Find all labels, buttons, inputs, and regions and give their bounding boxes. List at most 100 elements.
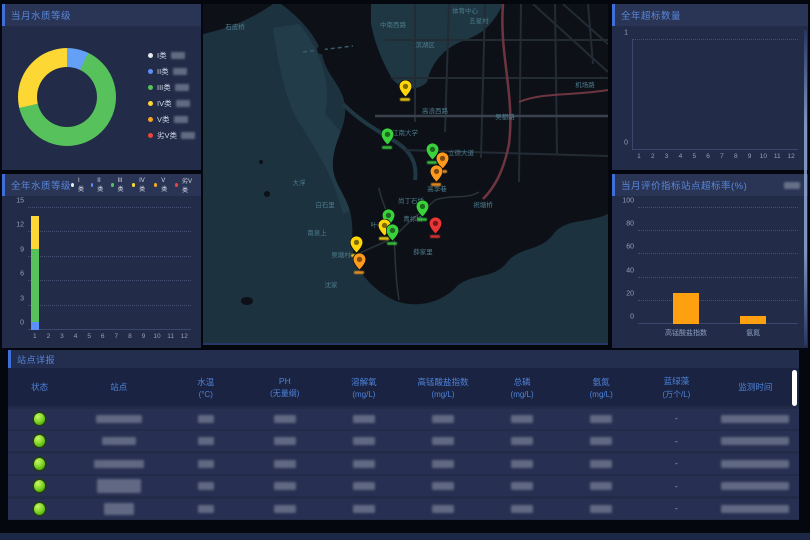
legend-label: IV类	[139, 178, 148, 193]
x-tick-label: 7	[114, 333, 118, 340]
x-tick-label: 3	[60, 333, 64, 340]
station-pin-icon[interactable]	[386, 224, 399, 241]
station-pin-icon[interactable]	[416, 200, 429, 217]
legend-item[interactable]: I类	[148, 50, 195, 61]
y-tick-label: 100	[622, 198, 634, 205]
cell-3	[245, 482, 324, 490]
legend-item[interactable]: V类	[154, 178, 169, 193]
page-scrollbar[interactable]	[804, 30, 807, 346]
redacted-cell-value	[590, 460, 612, 468]
cell-5	[403, 460, 482, 468]
cell-1	[71, 415, 166, 423]
legend-item[interactable]: 劣V类	[175, 176, 195, 194]
legend-label: I类	[157, 50, 167, 61]
cell-8: -	[641, 482, 712, 491]
gridline	[638, 253, 798, 254]
rate-bar[interactable]	[673, 293, 699, 324]
x-tick-label: 12	[787, 153, 794, 160]
month-rate-chart[interactable]: 020406080100高锰酸盐指数氨氮	[638, 208, 798, 324]
legend-item[interactable]: III类	[111, 178, 127, 193]
redacted-cell-value	[274, 482, 296, 490]
legend-item[interactable]: II类	[148, 66, 195, 77]
table-row[interactable]: -	[8, 499, 799, 519]
cell-7	[562, 437, 641, 445]
redacted-cell-value	[353, 437, 375, 445]
table-row[interactable]: -	[8, 476, 799, 496]
y-tick-label: 3	[20, 295, 24, 302]
map-place-label: 石皮桥	[225, 21, 245, 31]
y-tick-label: 6	[20, 271, 24, 278]
redacted-cell-value	[198, 437, 214, 445]
city-map[interactable]: 石皮桥中南西路滨湖区五星村体育中心机场路吴都路高浪西路江南大学立德大道高李巷尚丁…	[203, 4, 608, 345]
legend-item[interactable]: IV类	[148, 98, 195, 109]
gridline	[638, 300, 798, 301]
station-pin-icon[interactable]	[429, 217, 442, 234]
cell-2	[166, 415, 245, 423]
x-tick-label: 5	[692, 153, 696, 160]
legend-label: II类	[157, 66, 169, 77]
y-tick-label: 1	[624, 30, 628, 37]
y-tick-label: 12	[16, 222, 24, 229]
map-place-label: 江南大学	[392, 127, 418, 137]
station-pin-icon[interactable]	[399, 80, 412, 97]
redacted-cell-value	[511, 482, 533, 490]
redacted-cell-value	[94, 460, 144, 468]
cell-3	[245, 415, 324, 423]
column-header-3: PH(无量纲)	[245, 376, 324, 399]
rate-bar[interactable]	[740, 316, 766, 324]
y-tick-label: 0	[20, 320, 24, 327]
legend-dot	[91, 183, 94, 187]
donut-chart-month-quality[interactable]	[18, 48, 116, 146]
legend-label: III类	[157, 82, 171, 93]
column-header-0: 状态	[8, 381, 71, 393]
legend-dot	[175, 183, 178, 187]
column-header-6: 总磷(mg/L)	[483, 376, 562, 399]
status-normal-indicator	[34, 413, 45, 425]
legend-label: III类	[118, 178, 127, 193]
legend-label: II类	[97, 178, 104, 193]
cell-0	[8, 458, 71, 470]
station-pin-icon[interactable]	[430, 165, 443, 182]
year-quality-chart[interactable]: 03691215123456789101112	[28, 208, 191, 330]
legend-item[interactable]: IV类	[132, 178, 148, 193]
legend-label: V类	[161, 178, 169, 193]
table-row[interactable]: -	[8, 454, 799, 474]
stacked-bar-segment[interactable]	[31, 216, 39, 249]
map-place-label: 机场路	[575, 79, 595, 89]
stacked-bar-segment[interactable]	[31, 249, 39, 322]
station-pin-icon[interactable]	[350, 236, 363, 253]
donut-hole	[37, 67, 97, 127]
station-pin-icon[interactable]	[381, 128, 394, 145]
legend-item[interactable]: II类	[91, 178, 105, 193]
cell-4	[324, 482, 403, 490]
cell-1	[71, 437, 166, 445]
cell-4	[324, 437, 403, 445]
cell-9	[712, 437, 799, 445]
cell-0	[8, 435, 71, 447]
table-row[interactable]: -	[8, 431, 799, 451]
cell-4	[324, 460, 403, 468]
legend-item[interactable]: V类	[148, 114, 195, 125]
redacted-cell-value	[353, 482, 375, 490]
table-row[interactable]: -	[8, 409, 799, 429]
legend-item[interactable]: III类	[148, 82, 195, 93]
stacked-bar-segment[interactable]	[31, 322, 39, 330]
legend-dot	[71, 183, 74, 187]
redacted-legend-value	[181, 132, 195, 139]
legend-item[interactable]: 劣V类	[148, 130, 195, 141]
map-place-label: 体育中心	[452, 5, 478, 15]
cell-4	[324, 415, 403, 423]
cell-3	[245, 505, 324, 513]
table-scrollbar-thumb[interactable]	[792, 370, 797, 406]
station-pin-icon[interactable]	[353, 253, 366, 270]
cell-8: -	[641, 437, 712, 446]
map-place-label: 中南西路	[380, 19, 406, 29]
cell-6	[483, 437, 562, 445]
cell-7	[562, 415, 641, 423]
year-exceed-chart[interactable]: 01123456789101112	[632, 40, 798, 150]
year-quality-legend[interactable]: I类 II类 III类 IV类 V类劣V类	[71, 176, 195, 194]
redacted-cell-value	[353, 505, 375, 513]
legend-item[interactable]: I类	[71, 178, 85, 193]
panel-title-month-quality: 当月水质等级	[11, 8, 71, 22]
redacted-cell-value	[721, 437, 789, 445]
